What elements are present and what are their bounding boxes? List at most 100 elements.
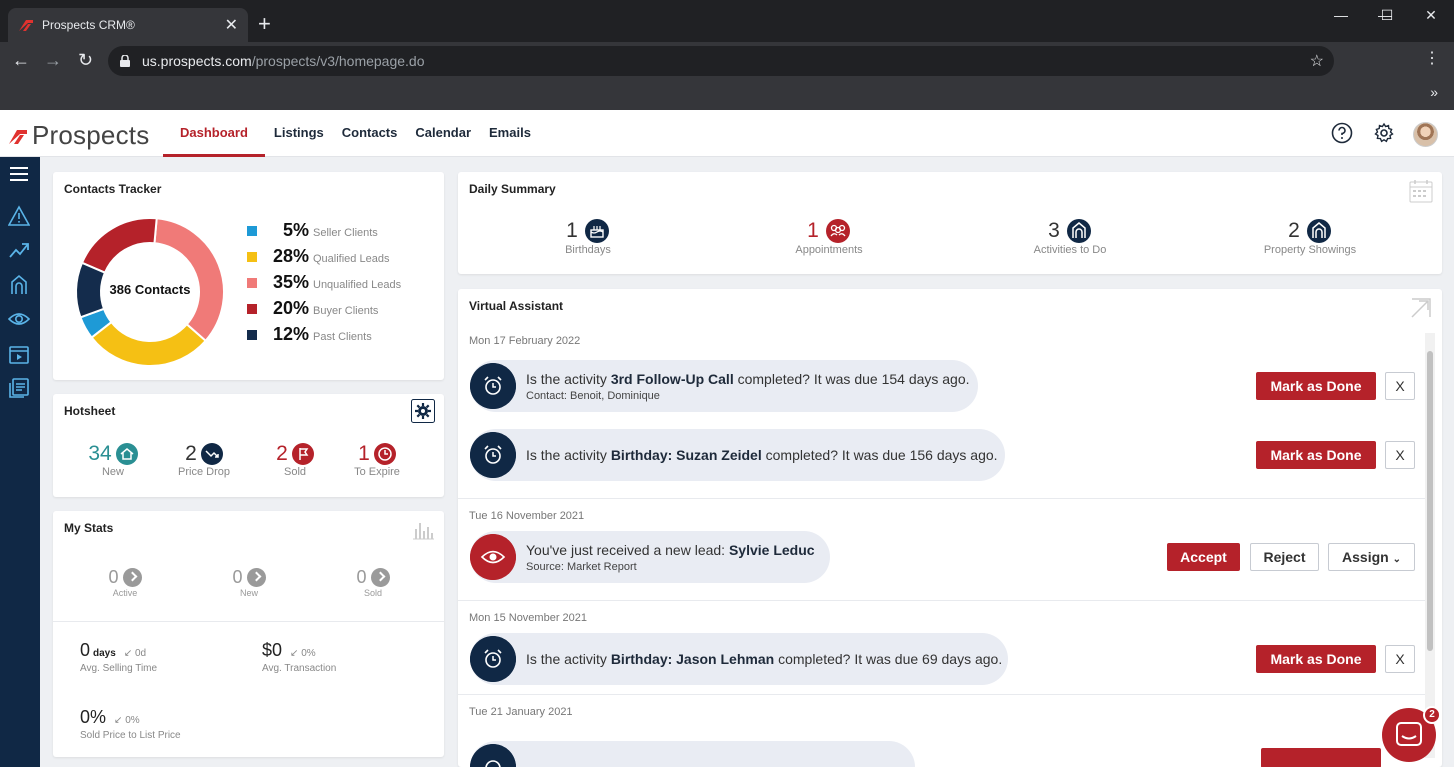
va-scrollbar[interactable] [1425, 333, 1435, 758]
reject-button[interactable]: Reject [1250, 543, 1319, 571]
summary-birthdays[interactable]: 1 Birthdays [528, 218, 648, 256]
alarm-clock-icon [470, 363, 516, 409]
avg-selling-time: 0 days ↙ 0d Avg. Selling Time [80, 640, 157, 674]
alert-icon[interactable] [8, 205, 30, 227]
address-bar[interactable]: us.prospects.com/prospects/v3/homepage.d… [108, 46, 1334, 76]
mark-as-done-button[interactable]: Mark as Done [1256, 645, 1376, 673]
hotsheet-card: Hotsheet 34 New 2 Price Drop 2 Sold 1 To… [53, 394, 444, 497]
mark-as-done-button[interactable]: Mark as Done [1256, 441, 1376, 469]
contact-label: Contact: [526, 390, 567, 402]
stat-sold-count: 0 [356, 567, 367, 587]
prospects-favicon [19, 20, 33, 31]
expand-arrow-icon[interactable] [1409, 296, 1433, 320]
avatar[interactable] [1413, 122, 1438, 147]
stats-divider [53, 621, 444, 622]
property-icon[interactable] [8, 274, 30, 296]
tab-close-icon[interactable]: ✕ [225, 15, 238, 35]
bookmarks-overflow-icon[interactable]: » [1430, 84, 1438, 100]
summary-appointments[interactable]: 1 Appointments [769, 218, 889, 256]
hotsheet-to-expire[interactable]: 1 To Expire [347, 442, 407, 478]
mark-as-done-button[interactable]: Mark as Done [1256, 372, 1376, 400]
contact-value[interactable]: Benoit, Dominique [570, 390, 660, 402]
forward-icon[interactable]: → [44, 50, 62, 70]
appointments-count: 1 [807, 219, 819, 242]
app-header: Prospects Dashboard Listings Contacts Ca… [0, 110, 1454, 157]
legend-label: Seller Clients [313, 227, 378, 239]
contacts-tracker-title: Contacts Tracker [64, 182, 162, 196]
trend-icon[interactable] [8, 239, 30, 261]
bookmark-star-icon[interactable]: ☆ [1310, 51, 1324, 71]
showings-label: Property Showings [1263, 244, 1357, 256]
legend-label: Past Clients [313, 331, 372, 343]
new-tab-button[interactable]: + [258, 12, 271, 36]
lead-name[interactable]: Sylvie Leduc [729, 542, 815, 558]
hotsheet-new[interactable]: 34 New [83, 442, 143, 478]
dismiss-button[interactable]: X [1385, 645, 1415, 673]
eye-icon[interactable] [8, 308, 30, 330]
maximize-window[interactable]: ☐ [1364, 4, 1410, 26]
stat-active-label: Active [112, 588, 138, 598]
bar-chart-icon[interactable] [411, 519, 435, 541]
help-icon[interactable] [1331, 122, 1353, 144]
donut-slice-buyer-clients[interactable] [80, 217, 158, 275]
reports-icon[interactable] [8, 377, 30, 399]
scroll-thumb[interactable] [1427, 351, 1433, 651]
calendar-play-icon[interactable] [8, 343, 30, 365]
avg-selling-time-value: 0 [80, 640, 91, 660]
va-task-bubble: Is the activity Birthday: Jason Lehman c… [470, 633, 1008, 685]
va-separator [458, 600, 1428, 601]
summary-activities[interactable]: 3 Activities to Do [1010, 218, 1130, 256]
hotsheet-settings-gear-icon[interactable] [411, 399, 435, 423]
avg-transaction: $0 ↙ 0% Avg. Transaction [262, 640, 336, 674]
assign-dropdown[interactable]: Assign ⌄ [1328, 543, 1415, 571]
prospects-logo[interactable]: Prospects [8, 120, 149, 151]
summary-showings[interactable]: 2 Property Showings [1250, 218, 1370, 256]
dismiss-button[interactable]: X [1385, 441, 1415, 469]
legend-item: 20% Buyer Clients [247, 298, 401, 324]
browser-menu-icon[interactable]: ⋮ [1424, 51, 1440, 67]
mark-as-done-button-partial[interactable] [1261, 748, 1381, 767]
calendar-icon[interactable] [1409, 179, 1433, 203]
contacts-tracker-card: Contacts Tracker 386 Contacts 5% Seller C… [53, 172, 444, 380]
dismiss-button[interactable]: X [1385, 372, 1415, 400]
minimize-window[interactable]: — [1318, 4, 1364, 26]
stat-new-label: New [239, 588, 258, 598]
stat-active[interactable]: 0 Active [95, 567, 155, 598]
legend-pct: 35% [272, 272, 309, 292]
va-task-text: Is the activity Birthday: Jason Lehman c… [526, 651, 1002, 667]
legend-label: Unqualified Leads [313, 279, 402, 291]
va-date: Tue 21 January 2021 [469, 706, 573, 718]
browser-tab[interactable]: Prospects CRM® ✕ [8, 8, 248, 42]
avg-transaction-delta: ↙ 0% [290, 648, 316, 659]
legend-pct: 5% [282, 220, 309, 240]
task-prefix: Is the activity [526, 447, 607, 463]
crm-app: Prospects Dashboard Listings Contacts Ca… [0, 110, 1454, 767]
stat-new[interactable]: 0 New [219, 567, 279, 598]
nav-listings[interactable]: Listings [265, 110, 333, 157]
chevron-right-icon [370, 568, 390, 587]
chevron-right-icon [246, 568, 266, 587]
activities-count: 3 [1048, 219, 1060, 242]
hotsheet-price-drop[interactable]: 2 Price Drop [173, 442, 235, 478]
reload-icon[interactable]: ↻ [78, 50, 93, 70]
bookmarks-bar: » [0, 80, 1454, 110]
sold-flag-icon [291, 443, 314, 465]
back-icon[interactable]: ← [12, 50, 30, 70]
nav-emails[interactable]: Emails [480, 110, 540, 157]
nav-calendar[interactable]: Calendar [406, 110, 480, 157]
hotsheet-sold[interactable]: 2 Sold [265, 442, 325, 478]
donut-slice-qualified-leads[interactable] [90, 320, 208, 367]
stat-sold[interactable]: 0 Sold [343, 567, 403, 598]
donut-slice-unqualified-leads[interactable] [153, 217, 225, 343]
close-window[interactable]: ✕ [1408, 4, 1454, 26]
va-task-text: Is the activity Birthday: Suzan Zeidel c… [526, 447, 998, 463]
nav-dashboard[interactable]: Dashboard [163, 110, 265, 157]
hamburger-menu-icon[interactable] [8, 163, 30, 185]
appointments-label: Appointments [795, 244, 863, 256]
accept-button[interactable]: Accept [1167, 543, 1240, 571]
legend-pct: 28% [272, 246, 309, 266]
task-suffix: completed? It was due 154 days ago. [737, 371, 970, 387]
gear-icon[interactable] [1373, 122, 1395, 144]
nav-contacts[interactable]: Contacts [333, 110, 407, 157]
va-task-contact: Contact: Benoit, Dominique [526, 390, 660, 402]
